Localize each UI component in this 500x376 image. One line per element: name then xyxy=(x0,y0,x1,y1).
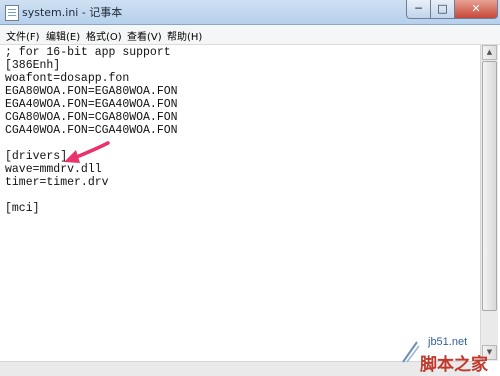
maximize-button[interactable]: □ xyxy=(430,0,455,19)
watermark-url: jb51.net xyxy=(428,336,468,348)
vertical-scrollbar[interactable]: ▲ ▼ xyxy=(480,45,498,361)
scroll-up-icon[interactable]: ▲ xyxy=(482,45,497,60)
menu-edit[interactable]: 编辑(E) xyxy=(46,28,80,43)
window-title: system.ini - 记事本 xyxy=(22,6,123,19)
menu-format[interactable]: 格式(O) xyxy=(86,28,122,43)
text-line: woafont=dosapp.fon xyxy=(5,72,130,85)
text-editor[interactable]: ; for 16-bit app support [386Enh] woafon… xyxy=(0,45,480,361)
text-line: EGA80WOA.FON=EGA80WOA.FON xyxy=(5,85,178,98)
annotation-arrow-icon xyxy=(64,141,110,163)
notepad-icon xyxy=(5,5,19,21)
drivers-section-line: [drivers] xyxy=(5,150,68,163)
close-button[interactable]: ✕ xyxy=(454,0,498,19)
watermark-name: 脚本之家 xyxy=(420,355,488,374)
text-line: ; for 16-bit app support xyxy=(5,46,171,59)
scroll-thumb[interactable] xyxy=(482,61,497,311)
text-line: [386Enh] xyxy=(5,59,61,72)
text-line: CGA40WOA.FON=CGA40WOA.FON xyxy=(5,124,178,137)
menu-bar: 文件(F) 编辑(E) 格式(O) 查看(V) 帮助(H) xyxy=(0,25,500,45)
text-line: EGA40WOA.FON=EGA40WOA.FON xyxy=(5,98,178,111)
text-line: [mci] xyxy=(5,202,40,215)
minimize-button[interactable]: ─ xyxy=(406,0,431,19)
menu-view[interactable]: 查看(V) xyxy=(127,28,162,43)
text-line: timer=timer.drv xyxy=(5,176,109,189)
menu-file[interactable]: 文件(F) xyxy=(6,28,40,43)
watermark-logo-icon xyxy=(402,341,420,363)
text-line: CGA80WOA.FON=CGA80WOA.FON xyxy=(5,111,178,124)
menu-help[interactable]: 帮助(H) xyxy=(167,28,202,43)
